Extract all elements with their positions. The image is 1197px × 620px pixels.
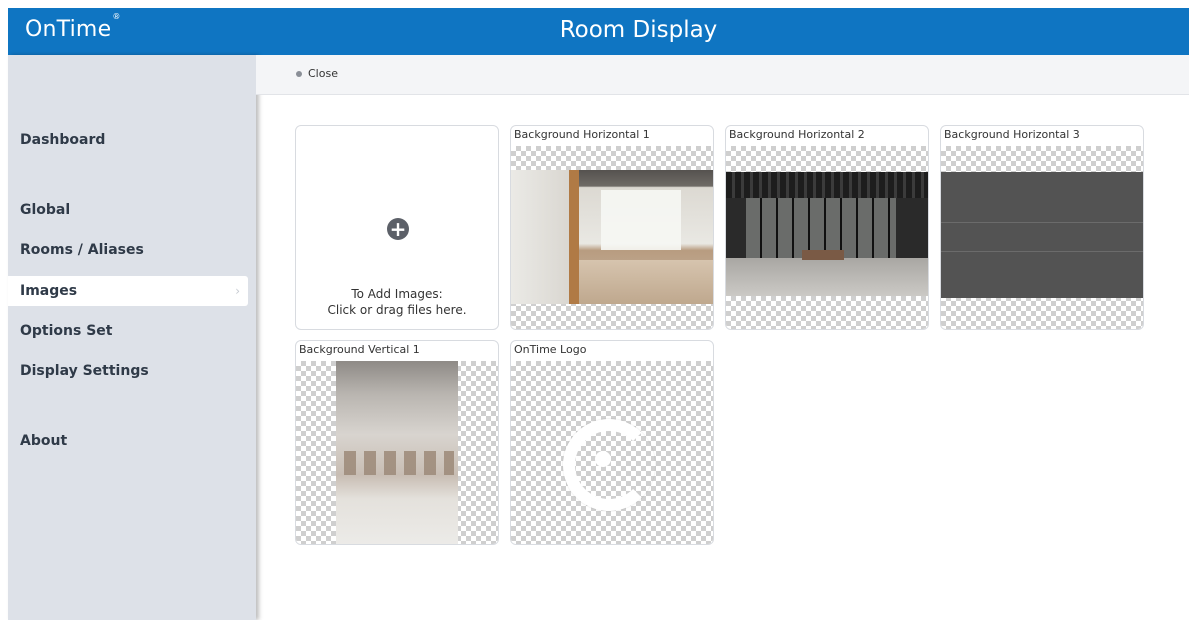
sidebar-item-rooms-aliases[interactable]: Rooms / Aliases	[8, 235, 248, 265]
image-thumbnail	[726, 172, 928, 296]
image-card[interactable]: Background Horizontal 1	[510, 125, 714, 330]
image-card[interactable]: Background Vertical 1	[295, 340, 499, 545]
sidebar-item-about[interactable]: About	[8, 426, 248, 456]
sidebar-item-global[interactable]: Global	[8, 195, 248, 225]
add-image-line2: Click or drag files here.	[327, 303, 467, 317]
page-title: Room Display	[559, 17, 718, 43]
add-image-dropzone[interactable]: + To Add Images: Click or drag files her…	[295, 125, 499, 330]
image-card[interactable]: OnTime Logo	[510, 340, 714, 545]
image-preview	[941, 146, 1143, 329]
add-image-line1: To Add Images:	[351, 287, 443, 301]
sidebar-item-display-settings[interactable]: Display Settings	[8, 356, 248, 386]
chevron-right-icon: ›	[235, 284, 240, 298]
plus-circle-icon: +	[387, 218, 409, 240]
image-card-title: Background Vertical 1	[299, 343, 420, 356]
image-preview	[511, 361, 713, 544]
toolbar: Close	[256, 55, 1189, 95]
image-card-title: Background Horizontal 3	[944, 128, 1080, 141]
image-preview	[511, 146, 713, 329]
image-thumbnail	[336, 361, 458, 544]
sidebar-item-dashboard[interactable]: Dashboard	[8, 125, 248, 155]
image-preview	[296, 361, 498, 544]
sidebar-item-options-set[interactable]: Options Set	[8, 316, 248, 346]
sidebar-item-images[interactable]: Images ›	[8, 276, 248, 306]
image-card-title: Background Horizontal 2	[729, 128, 865, 141]
image-thumbnail	[511, 170, 713, 304]
app-header: OnTime® Room Display	[8, 8, 1189, 55]
image-card[interactable]: Background Horizontal 2	[725, 125, 929, 330]
add-image-instructions: To Add Images: Click or drag files here.	[296, 286, 498, 318]
sidebar-item-label: Images	[20, 283, 78, 299]
close-label: Close	[308, 67, 338, 80]
ontime-logo-icon	[563, 419, 655, 511]
close-button[interactable]: Close	[296, 67, 338, 80]
image-card-title: Background Horizontal 1	[514, 128, 650, 141]
image-card-title: OnTime Logo	[514, 343, 587, 356]
image-card[interactable]: Background Horizontal 3	[940, 125, 1144, 330]
sidebar: Dashboard Global Rooms / Aliases Images …	[8, 55, 256, 620]
image-preview	[726, 146, 928, 329]
image-thumbnail	[941, 172, 1143, 298]
bullet-icon	[296, 70, 302, 77]
